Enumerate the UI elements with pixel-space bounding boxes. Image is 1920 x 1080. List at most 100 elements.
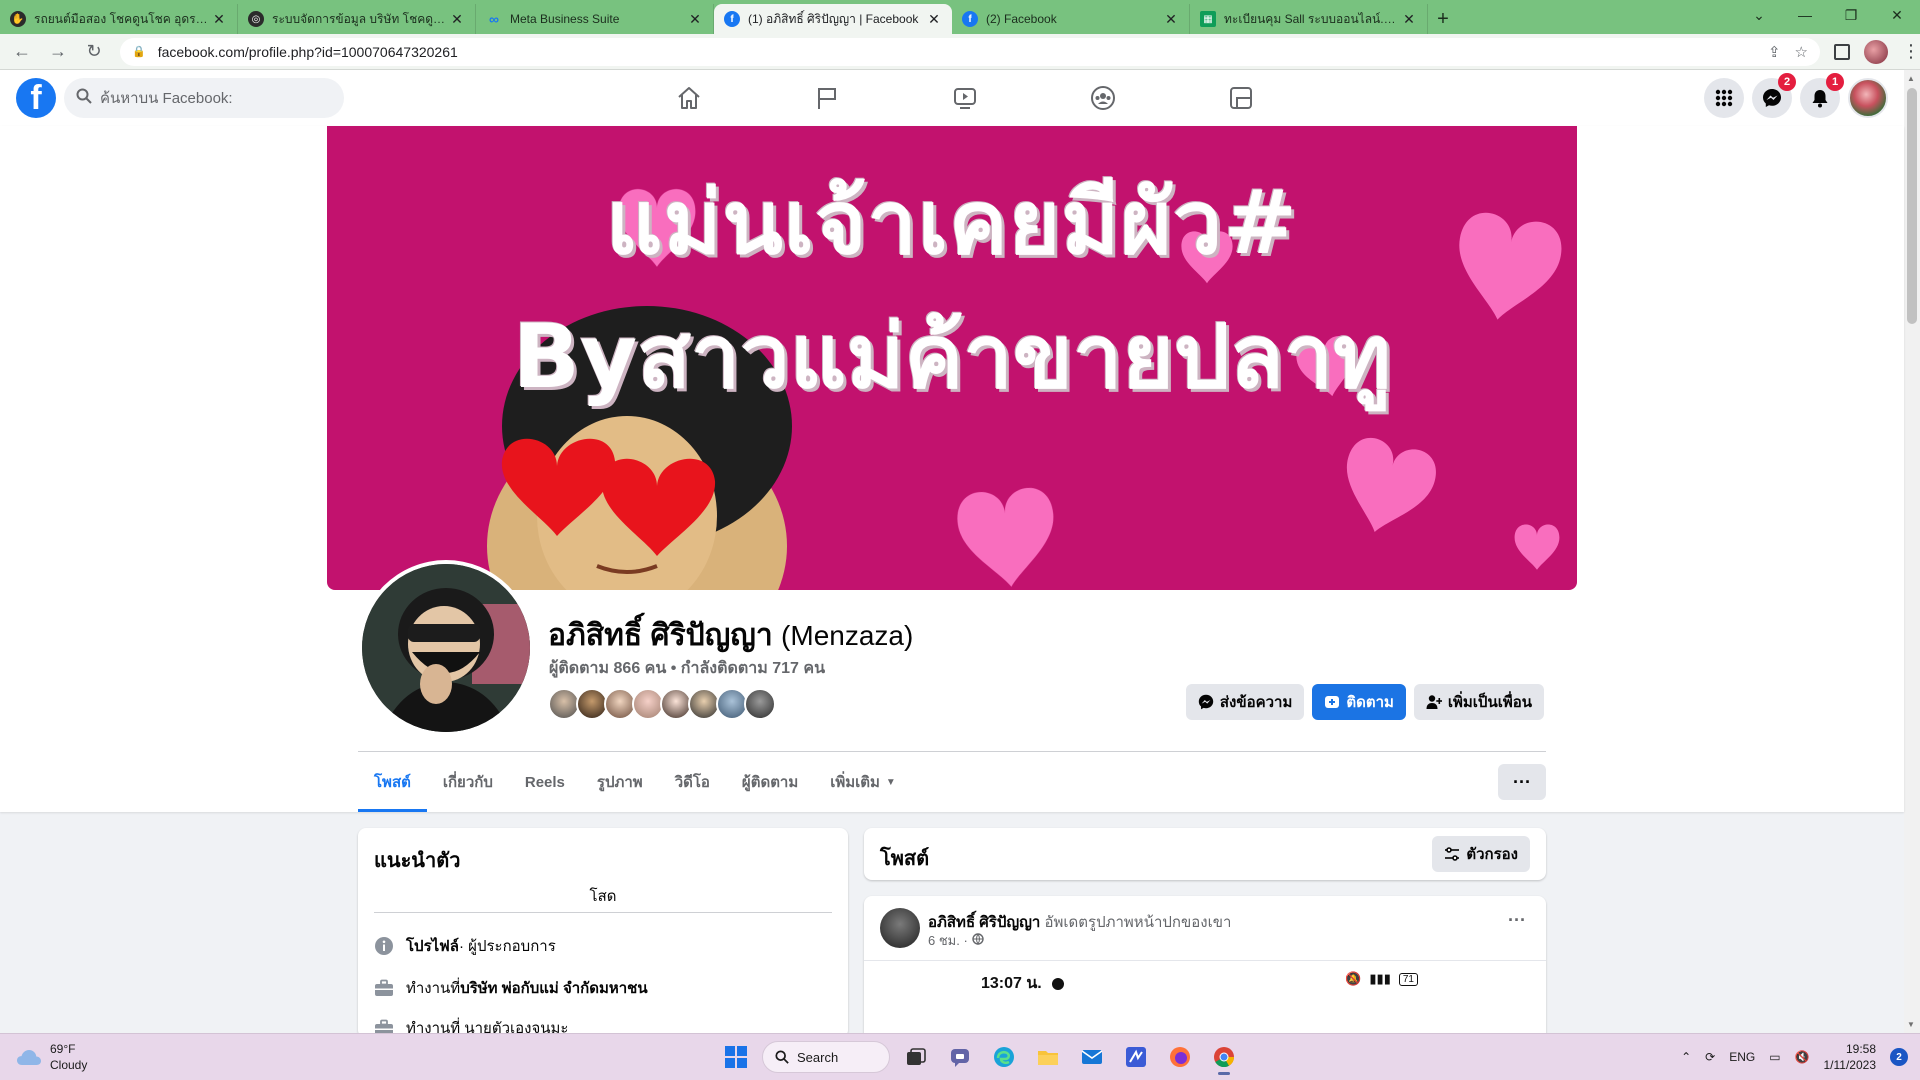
facebook-search-input[interactable]: ค้นหาบน Facebook: <box>64 78 344 118</box>
browser-tab-6[interactable]: ▦ ทะเบียนคุม Sall ระบบออนไลน์.xlsx - G ✕ <box>1190 4 1428 34</box>
tab-photos[interactable]: รูปภาพ <box>581 752 659 812</box>
back-icon[interactable]: ← <box>8 38 36 66</box>
taskbar-clock[interactable]: 19:58 1/11/2023 <box>1824 1041 1877 1073</box>
browser-tab-5[interactable]: f (2) Facebook ✕ <box>952 4 1190 34</box>
post-time[interactable]: 6 ชม. · <box>928 930 968 951</box>
system-tray: ⌃ ⟳ ENG ▭ 🔇 19:58 1/11/2023 2 <box>1681 1041 1908 1073</box>
network-icon[interactable]: ▭ <box>1769 1050 1780 1064</box>
menu-grid-button[interactable] <box>1704 78 1744 118</box>
messenger-icon <box>1763 89 1781 107</box>
post-author-avatar[interactable] <box>880 908 920 948</box>
mail-button[interactable] <box>1074 1039 1110 1075</box>
file-explorer-button[interactable] <box>1030 1039 1066 1075</box>
tab-followers[interactable]: ผู้ติดตาม <box>726 752 814 812</box>
facebook-favicon-icon: f <box>962 11 978 27</box>
new-tab-button[interactable]: + <box>1428 4 1458 34</box>
window-controls: ⌄ — ❐ ✕ <box>1736 0 1920 30</box>
edge-button[interactable] <box>986 1039 1022 1075</box>
profile-picture[interactable] <box>358 560 534 736</box>
browser-profile-avatar[interactable] <box>1864 39 1888 64</box>
task-view-button[interactable] <box>898 1039 934 1075</box>
post-author-name[interactable]: อภิสิทธิ์ ศิริปัญญา <box>928 914 1040 931</box>
browser-tab-4-active[interactable]: f (1) อภิสิทธิ์ ศิริปัญญา | Facebook ✕ <box>714 4 952 34</box>
post-options-button[interactable]: ··· <box>1508 910 1526 931</box>
lock-icon[interactable]: 🔒 <box>132 45 146 58</box>
flag-icon <box>818 88 836 109</box>
nav-home[interactable] <box>620 70 758 126</box>
tab-close-icon[interactable]: ✕ <box>926 11 942 28</box>
profile-label[interactable]: โปรไฟล์ <box>406 934 459 958</box>
gaming-icon <box>1230 87 1252 109</box>
signal-icon: ▮▮▮ <box>1369 971 1391 986</box>
tab-close-icon[interactable]: ✕ <box>687 11 703 28</box>
filter-button[interactable]: ตัวกรอง <box>1432 836 1530 872</box>
follow-stats[interactable]: ผู้ติดตาม 866 คน • กำลังติดตาม 717 คน <box>549 656 825 681</box>
language-indicator[interactable]: ENG <box>1729 1050 1755 1064</box>
tab-search-icon[interactable]: ⌄ <box>1736 0 1782 30</box>
post-card: อภิสิทธิ์ ศิริปัญญา อัพเดตรูปภาพหน้าปกขอ… <box>864 896 1546 1056</box>
scrollbar-thumb[interactable] <box>1907 88 1917 324</box>
account-avatar[interactable] <box>1848 78 1888 118</box>
share-icon[interactable]: ⇪ <box>1768 43 1781 61</box>
sync-icon[interactable]: ⟳ <box>1705 1050 1715 1064</box>
cover-photo[interactable]: แม่นเจ้าเคยมีผัว# Byสาวแม่ค้าขายปลาทู <box>327 126 1577 590</box>
notifications-button[interactable]: 1 <box>1800 73 1844 118</box>
sheets-favicon-icon: ▦ <box>1200 11 1216 27</box>
firefox-button[interactable] <box>1162 1039 1198 1075</box>
scroll-up-icon[interactable]: ▲ <box>1907 74 1915 83</box>
minimize-icon[interactable]: — <box>1782 0 1828 30</box>
taskbar-search-label: Search <box>797 1049 839 1065</box>
follow-button[interactable]: ติดตาม <box>1312 684 1406 720</box>
briefcase-icon <box>374 978 394 998</box>
messenger-button[interactable]: 2 <box>1752 73 1796 118</box>
forward-icon[interactable]: → <box>44 38 72 66</box>
bookmark-star-icon[interactable]: ☆ <box>1795 43 1808 61</box>
work-company[interactable]: บริษัท พ่อกับแม่ จำกัดมหาชน <box>460 976 647 1000</box>
tab-about[interactable]: เกี่ยวกับ <box>427 752 509 812</box>
start-button[interactable] <box>718 1039 754 1075</box>
reload-icon[interactable]: ↻ <box>80 38 108 66</box>
filter-icon <box>1444 846 1460 862</box>
chrome-button[interactable] <box>1206 1039 1242 1075</box>
browser-tab-2[interactable]: ◎ ระบบจัดการข้อมูล บริษัท โชคดูนโชค อ ✕ <box>238 4 476 34</box>
tab-favicon-icon: ◎ <box>248 11 264 27</box>
taskbar-search[interactable]: Search <box>762 1041 890 1073</box>
follower-avatar[interactable] <box>744 688 776 720</box>
profile-name-text: อภิสิทธิ์ ศิริปัญญา <box>548 619 773 652</box>
add-friend-button[interactable]: เพิ่มเป็นเพื่อน <box>1413 684 1544 720</box>
tray-overflow-icon[interactable]: ⌃ <box>1681 1050 1691 1064</box>
tab-posts[interactable]: โพสต์ <box>358 752 427 812</box>
profile-more-options-button[interactable]: ··· <box>1498 764 1546 800</box>
add-friend-button-label: เพิ่มเป็นเพื่อน <box>1447 694 1532 711</box>
weather-widget[interactable]: 69°F Cloudy <box>16 1041 87 1073</box>
notification-count[interactable]: 2 <box>1890 1048 1908 1066</box>
nav-gaming[interactable] <box>1172 70 1310 126</box>
page-scrollbar[interactable]: ▲ ▼ <box>1904 70 1920 1033</box>
cloud-icon <box>17 1050 41 1065</box>
browser-tab-1[interactable]: ✋ รถยนต์มือสอง โชคดูนโชค อุดรธานี ✕ <box>0 4 238 34</box>
nav-pages[interactable] <box>758 70 896 126</box>
scroll-down-icon[interactable]: ▼ <box>1907 1020 1915 1029</box>
browser-tab-3[interactable]: ∞ Meta Business Suite ✕ <box>476 4 714 34</box>
browser-menu-icon[interactable]: ⋮ <box>1902 41 1920 62</box>
nav-watch[interactable] <box>896 70 1034 126</box>
tab-close-icon[interactable]: ✕ <box>1163 11 1179 28</box>
teams-chat-button[interactable] <box>942 1039 978 1075</box>
tab-close-icon[interactable]: ✕ <box>449 11 465 28</box>
facebook-logo-icon[interactable]: f <box>16 78 56 118</box>
message-button[interactable]: ส่งข้อความ <box>1185 684 1305 720</box>
nav-groups[interactable] <box>1034 70 1172 126</box>
volume-muted-icon[interactable]: 🔇 <box>1795 1050 1810 1064</box>
tab-close-icon[interactable]: ✕ <box>1401 11 1417 28</box>
messenger-badge: 2 <box>1778 73 1796 91</box>
home-icon <box>678 87 700 109</box>
side-panel-icon[interactable] <box>1834 43 1850 60</box>
tab-videos[interactable]: วิดีโอ <box>659 752 726 812</box>
close-window-icon[interactable]: ✕ <box>1874 0 1920 30</box>
vscode-like-button[interactable] <box>1118 1039 1154 1075</box>
restore-icon[interactable]: ❐ <box>1828 0 1874 30</box>
tab-close-icon[interactable]: ✕ <box>211 11 227 28</box>
tab-more[interactable]: เพิ่มเติม ▼ <box>814 752 912 812</box>
url-input[interactable]: 🔒 facebook.com/profile.php?id=1000706473… <box>120 37 1820 66</box>
tab-reels[interactable]: Reels <box>509 752 581 812</box>
